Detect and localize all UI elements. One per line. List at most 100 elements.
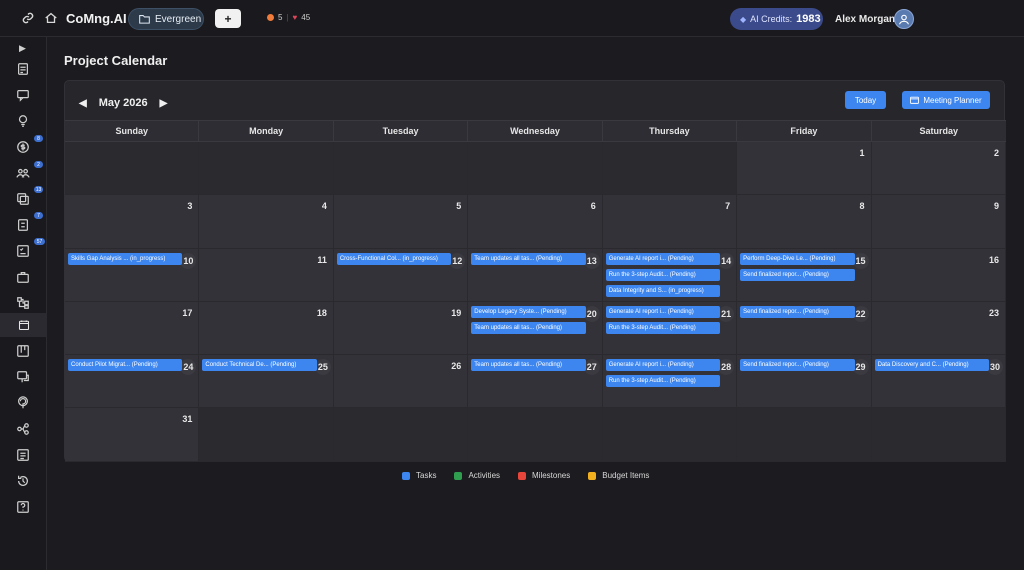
- document-icon[interactable]: [16, 62, 30, 76]
- calendar-event[interactable]: Generate AI report i... (Pending): [605, 252, 721, 265]
- calendar-event[interactable]: Team updates all tas... (Pending): [471, 321, 586, 334]
- form-icon[interactable]: [16, 448, 30, 462]
- day-number: 26: [451, 361, 462, 372]
- day-cell[interactable]: 28 Generate AI report i... (Pending) Run t…: [602, 355, 738, 409]
- calendar-event[interactable]: Develop Legacy Syste... (Pending): [471, 305, 586, 318]
- ai-credits-badge[interactable]: ◆ AI Credits: 1983: [730, 8, 823, 30]
- calendar-event[interactable]: Data Discovery and C... (Pending): [874, 359, 989, 372]
- day-number: 8: [859, 201, 865, 212]
- day-cell[interactable]: 25 Conduct Technical De... (Pending): [199, 355, 334, 409]
- day-cell[interactable]: 13 Team updates all tas... (Pending): [468, 248, 603, 302]
- day-cell[interactable]: 24 Conduct Pilot Migrat... (Pending): [65, 355, 200, 409]
- day-cell[interactable]: 16: [871, 248, 1006, 302]
- sidebar: ▶ 8 2 13 7 57: [0, 37, 47, 570]
- weekday-label: Sunday: [65, 121, 200, 141]
- calendar-event[interactable]: Perform Deep-Dive Le... (Pending): [740, 252, 855, 265]
- legend-label: Activities: [468, 471, 501, 480]
- help-icon[interactable]: [16, 500, 30, 514]
- hierarchy-icon[interactable]: [16, 296, 30, 310]
- user-icon: [898, 14, 910, 25]
- day-cell[interactable]: 23: [871, 301, 1006, 356]
- workflow-icon[interactable]: [16, 422, 30, 436]
- day-cell[interactable]: 21 Generate AI report i... (Pending) Run t…: [602, 301, 738, 356]
- expand-sidebar-icon[interactable]: ▶: [19, 43, 33, 57]
- avatar[interactable]: [894, 9, 914, 29]
- calendar-event[interactable]: Skills Gap Analysis ... (in_progress): [68, 252, 183, 265]
- add-button[interactable]: +: [215, 9, 241, 28]
- day-number: 15: [852, 252, 869, 269]
- folder-icon: [139, 15, 150, 24]
- day-cell[interactable]: 10 Skills Gap Analysis ... (in_progress): [65, 248, 200, 302]
- prev-month-button[interactable]: ◀: [79, 98, 87, 109]
- day-cell[interactable]: 30 Data Discovery and C... (Pending): [871, 355, 1006, 409]
- user-name: Alex Morgan: [835, 14, 896, 25]
- day-cell[interactable]: 15 Perform Deep-Dive Le... (Pending) Send …: [737, 248, 872, 302]
- dollar-icon[interactable]: [16, 140, 30, 154]
- calendar-event[interactable]: Send finalized repor... (Pending): [740, 359, 855, 372]
- day-cell[interactable]: 11: [199, 248, 334, 302]
- calendar-event[interactable]: Conduct Technical De... (Pending): [202, 359, 317, 372]
- calendar-event[interactable]: Team updates all tas... (Pending): [471, 359, 586, 372]
- brain-icon[interactable]: [16, 396, 30, 410]
- day-cell[interactable]: 3: [65, 195, 200, 249]
- briefcase-icon[interactable]: [16, 270, 30, 284]
- presentation-icon[interactable]: [16, 370, 30, 384]
- day-cell[interactable]: 14 Generate AI report i... (Pending) Run t…: [602, 248, 738, 302]
- weekday-label: Saturday: [919, 126, 959, 136]
- chat-icon[interactable]: [16, 88, 30, 102]
- calendar-event[interactable]: Team updates all tas... (Pending): [471, 252, 586, 265]
- calendar-event[interactable]: Generate AI report i... (Pending): [605, 359, 721, 372]
- day-cell[interactable]: 29 Send finalized repor... (Pending): [737, 355, 872, 409]
- brand-logo[interactable]: CoMng.AI: [66, 11, 127, 26]
- day-cell[interactable]: 8: [737, 195, 872, 249]
- day-number: 7: [725, 201, 731, 212]
- day-cell[interactable]: 6: [468, 195, 603, 249]
- history-icon[interactable]: [16, 474, 30, 488]
- calendar-event[interactable]: Conduct Pilot Migrat... (Pending): [68, 359, 183, 372]
- day-cell[interactable]: 27 Team updates all tas... (Pending): [468, 355, 603, 409]
- sidebar-badge: 57: [34, 238, 45, 245]
- calendar-event[interactable]: Data Integrity and S... (in_progress): [605, 284, 721, 297]
- day-cell[interactable]: 18: [199, 301, 334, 356]
- project-selector[interactable]: Evergreen: [128, 8, 204, 30]
- day-cell[interactable]: 19: [333, 301, 469, 356]
- day-number: 19: [451, 307, 462, 318]
- day-cell[interactable]: 12 Cross-Functional Col... (in_progress): [333, 248, 469, 302]
- day-cell[interactable]: 1: [737, 142, 872, 196]
- team-icon[interactable]: [16, 166, 30, 180]
- day-cell[interactable]: 9: [871, 195, 1006, 249]
- today-button[interactable]: Today: [845, 91, 886, 109]
- calendar-event[interactable]: Send finalized repor... (Pending): [740, 305, 855, 318]
- calendar-event[interactable]: Run the 3-step Audit... (Pending): [605, 268, 721, 281]
- calendar-event[interactable]: Run the 3-step Audit... (Pending): [605, 375, 721, 388]
- day-number: 14: [718, 252, 735, 269]
- kanban-icon[interactable]: [16, 344, 30, 358]
- day-cell[interactable]: 7: [602, 195, 738, 249]
- day-cell[interactable]: 2: [871, 142, 1006, 196]
- home-icon[interactable]: [44, 11, 58, 25]
- day-cell[interactable]: 5: [333, 195, 469, 249]
- day-number: 25: [314, 359, 331, 376]
- day-cell[interactable]: 31: [65, 408, 200, 462]
- next-month-button[interactable]: ▶: [160, 98, 168, 109]
- calendar-event[interactable]: Run the 3-step Audit... (Pending): [605, 321, 721, 334]
- day-cell[interactable]: 20 Develop Legacy Syste... (Pending) Team …: [468, 301, 603, 356]
- layers-icon[interactable]: [16, 192, 30, 206]
- day-cell[interactable]: 22 Send finalized repor... (Pending): [737, 301, 872, 356]
- calendar-event[interactable]: Cross-Functional Col... (in_progress): [336, 252, 452, 265]
- day-cell[interactable]: 26: [333, 355, 469, 409]
- day-cell[interactable]: 17: [65, 301, 200, 356]
- sidebar-badge: 7: [34, 212, 43, 219]
- calendar-event[interactable]: Send finalized repor... (Pending): [740, 268, 855, 281]
- invoice-icon[interactable]: [16, 218, 30, 232]
- lightbulb-icon[interactable]: [16, 114, 30, 128]
- calendar-event[interactable]: Generate AI report i... (Pending): [605, 305, 721, 318]
- link-icon[interactable]: [21, 11, 35, 25]
- heart-icon: ♥: [292, 13, 298, 22]
- calendar-nav-item[interactable]: [0, 313, 47, 337]
- meeting-planner-button[interactable]: Meeting Planner: [902, 91, 990, 109]
- checklist-icon[interactable]: [16, 244, 30, 258]
- meeting-planner-label: Meeting Planner: [923, 95, 982, 105]
- day-cell[interactable]: 4: [199, 195, 334, 249]
- stats-group: 5 | ♥ 45: [267, 13, 310, 22]
